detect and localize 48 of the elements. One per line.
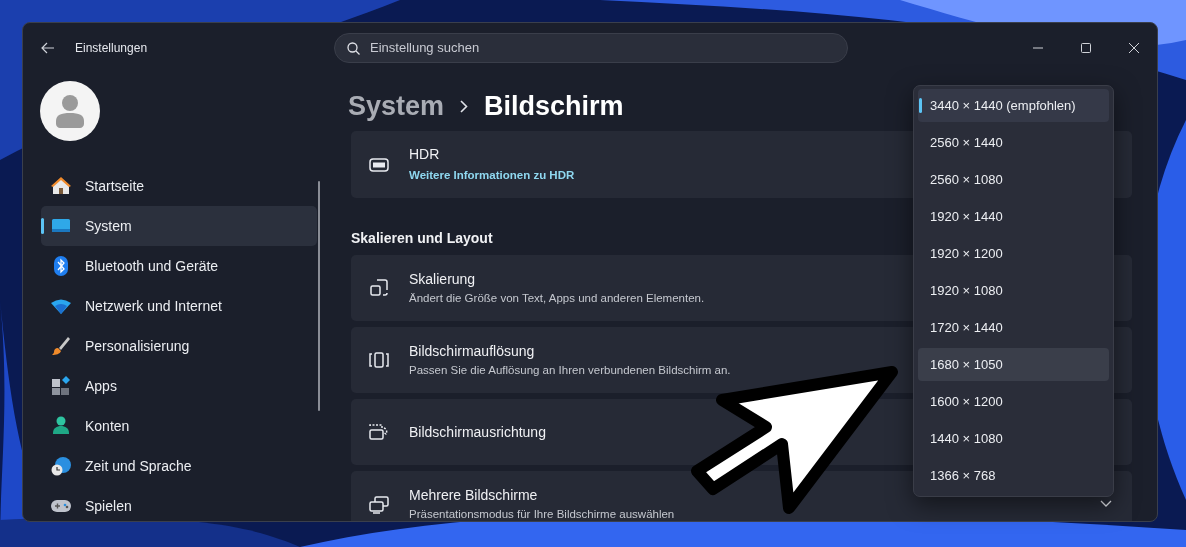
menu-option[interactable]: 1920 × 1080 bbox=[918, 274, 1109, 307]
card-title: Bildschirmauflösung bbox=[409, 341, 536, 361]
menu-option[interactable]: 1440 × 1080 bbox=[918, 422, 1109, 455]
window-title: Einstellungen bbox=[75, 40, 148, 57]
sidebar-item[interactable]: Bluetooth und Geräte bbox=[41, 246, 317, 286]
card-description: Ändert die Größe von Text, Apps und anderen Elementen. bbox=[409, 290, 705, 306]
person-icon bbox=[55, 94, 85, 128]
breadcrumb-link[interactable]: System bbox=[348, 85, 445, 127]
sidebar-item[interactable]: Personalisierung bbox=[41, 326, 317, 366]
home-icon bbox=[51, 176, 71, 196]
search-input: Einstellung suchen bbox=[370, 38, 835, 58]
scale-icon bbox=[369, 278, 389, 298]
card-description: Präsentationsmodus für Ihre Bildschirme auswählen bbox=[409, 506, 675, 521]
close-icon[interactable] bbox=[1129, 43, 1139, 53]
globe-clock-icon bbox=[51, 456, 71, 476]
page-title: Bildschirm bbox=[484, 89, 624, 123]
section-heading: Skalieren und Layout bbox=[351, 229, 494, 248]
search-field[interactable]: Einstellung suchen bbox=[334, 33, 848, 63]
menu-option[interactable]: 3440 × 1440 (empfohlen) bbox=[918, 89, 1109, 122]
card-title: HDR bbox=[409, 145, 441, 165]
card-title: Skalierung bbox=[409, 269, 477, 289]
menu-option[interactable]: 1920 × 1440 bbox=[918, 200, 1109, 233]
monitors-icon bbox=[369, 494, 389, 514]
sidebar-item[interactable]: Apps bbox=[41, 366, 317, 406]
sidebar-item[interactable]: System bbox=[41, 206, 317, 246]
sidebar-item[interactable]: Netzwerk und Internet bbox=[41, 286, 317, 326]
card-title: Bildschirmausrichtung bbox=[409, 422, 546, 442]
menu-option[interactable]: 1680 × 1050 bbox=[918, 348, 1109, 381]
card-description: Passen Sie die Auflösung an Ihren verbundenen Bildschirm an. bbox=[409, 362, 731, 378]
chevron-right-icon bbox=[460, 99, 469, 113]
resolution-icon bbox=[369, 350, 389, 370]
person-icon bbox=[51, 416, 71, 436]
bluetooth-icon bbox=[51, 256, 71, 276]
rotate-icon bbox=[369, 422, 389, 442]
sidebar-item[interactable]: Konten bbox=[41, 406, 317, 446]
maximize-icon[interactable] bbox=[1081, 43, 1091, 53]
hdr-icon bbox=[369, 157, 389, 172]
info-link[interactable]: Weitere Informationen zu HDR bbox=[409, 167, 575, 185]
search-icon bbox=[347, 41, 360, 55]
apps-icon bbox=[51, 376, 71, 396]
card-title: Mehrere Bildschirme bbox=[409, 485, 539, 505]
sidebar-item[interactable]: Zeit und Sprache bbox=[41, 446, 317, 486]
menu-option[interactable]: 2560 × 1080 bbox=[918, 163, 1109, 196]
back-icon[interactable] bbox=[41, 42, 55, 54]
chevron-down-icon[interactable] bbox=[1100, 500, 1112, 507]
sidebar-item[interactable]: Startseite bbox=[41, 166, 317, 206]
sidebar-item[interactable]: Spielen bbox=[41, 486, 317, 521]
brush-icon bbox=[51, 336, 71, 356]
